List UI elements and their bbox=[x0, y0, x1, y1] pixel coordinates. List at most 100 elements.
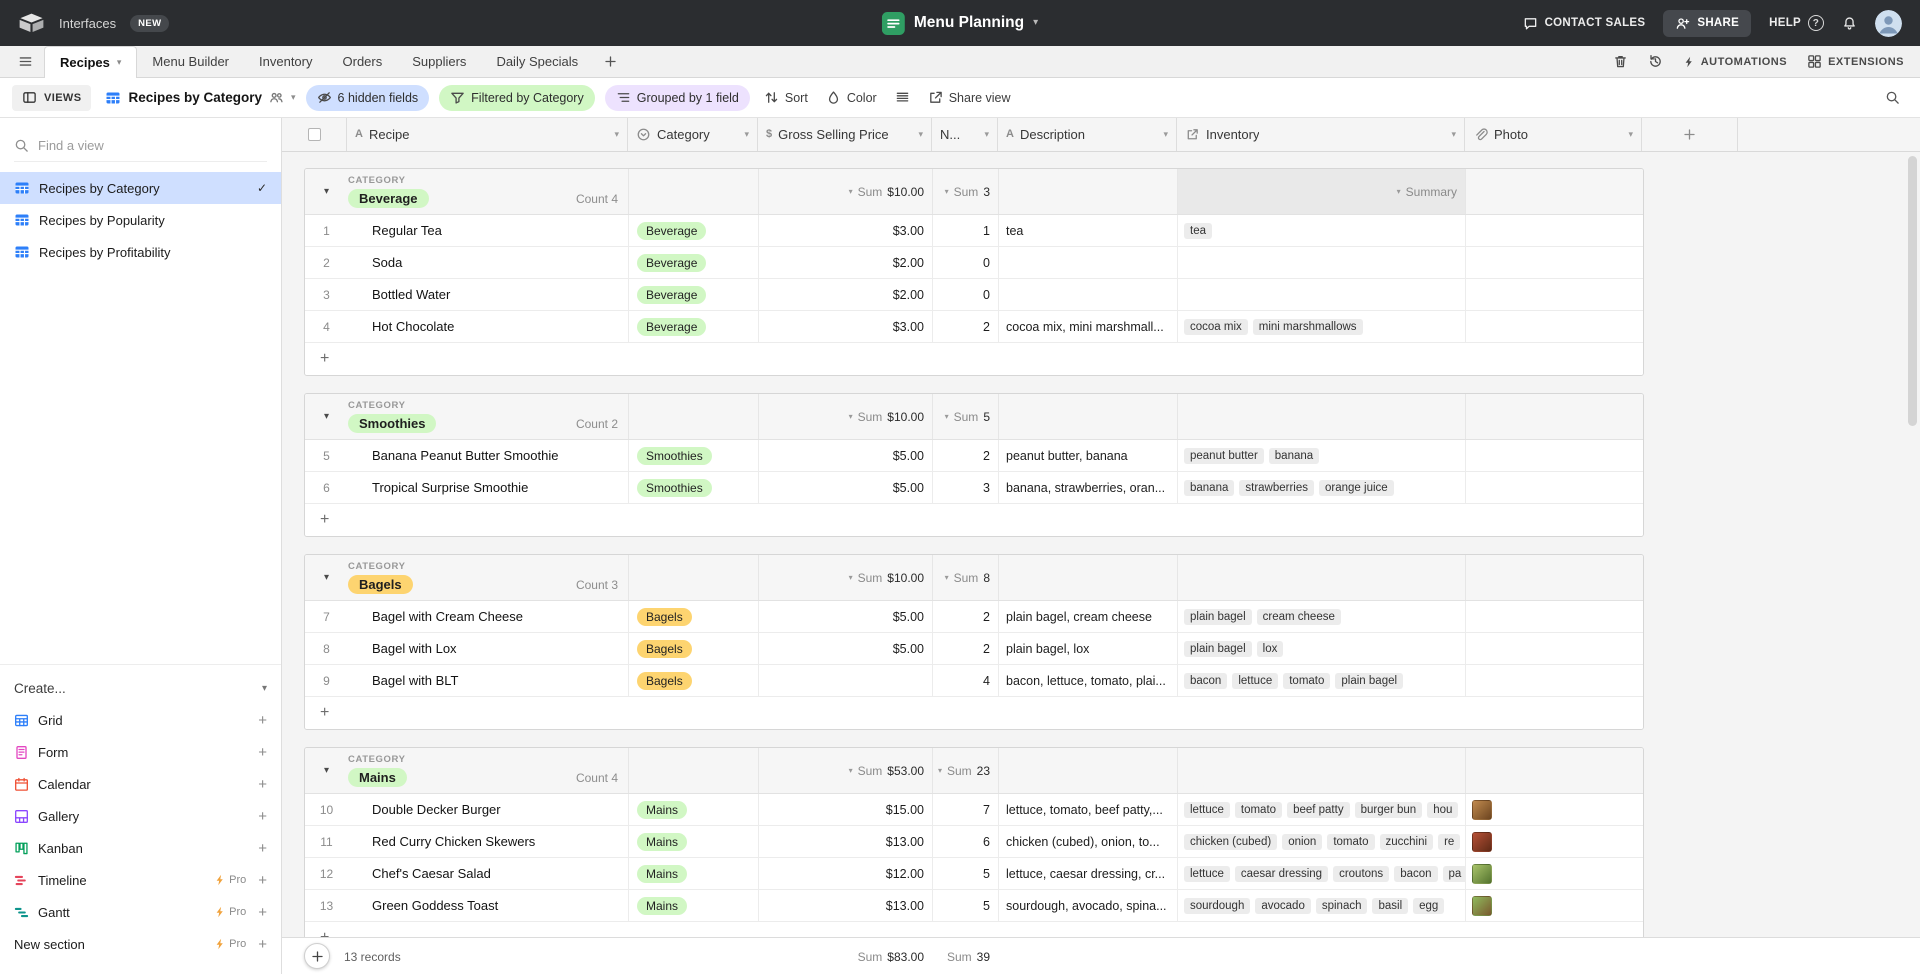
sidebar-view-recipes-by-popularity[interactable]: Recipes by Popularity bbox=[0, 204, 281, 236]
cell-inventory[interactable]: plain bagellox bbox=[1178, 633, 1466, 664]
cell-category[interactable]: Beverage bbox=[629, 215, 759, 246]
cell-number[interactable]: 2 bbox=[933, 311, 999, 342]
cell-price[interactable]: $3.00 bbox=[759, 215, 933, 246]
create-section-toggle[interactable]: Create... ▾ bbox=[0, 673, 281, 704]
cell-description[interactable]: lettuce, caesar dressing, cr... bbox=[999, 858, 1178, 889]
cell-photo[interactable] bbox=[1466, 794, 1643, 825]
create-kanban[interactable]: Kanban+ bbox=[0, 832, 281, 864]
bell-icon[interactable] bbox=[1842, 16, 1857, 31]
create-gallery[interactable]: Gallery+ bbox=[0, 800, 281, 832]
column-header-recipe[interactable]: ARecipe▾ bbox=[347, 118, 628, 151]
group-collapse-button[interactable]: ▾ bbox=[305, 169, 348, 214]
add-table-button[interactable] bbox=[593, 46, 627, 77]
cell-photo[interactable] bbox=[1466, 440, 1643, 471]
cell-recipe[interactable]: Bagel with Cream Cheese bbox=[348, 601, 629, 632]
cell-description[interactable]: plain bagel, cream cheese bbox=[999, 601, 1178, 632]
cell-recipe[interactable]: Bagel with BLT bbox=[348, 665, 629, 696]
create-gantt[interactable]: GanttPro+ bbox=[0, 896, 281, 928]
cell-description[interactable] bbox=[999, 279, 1178, 310]
cell-category[interactable]: Beverage bbox=[629, 311, 759, 342]
cell-photo[interactable] bbox=[1466, 279, 1643, 310]
group-button[interactable]: Grouped by 1 field bbox=[605, 85, 750, 111]
cell-inventory[interactable]: plain bagelcream cheese bbox=[1178, 601, 1466, 632]
avatar[interactable] bbox=[1875, 10, 1902, 37]
group-collapse-button[interactable]: ▾ bbox=[305, 748, 348, 793]
cell-recipe[interactable]: Regular Tea bbox=[348, 215, 629, 246]
interfaces-button[interactable]: Interfaces bbox=[59, 16, 116, 31]
group-number-summary[interactable]: ▾Sum8 bbox=[933, 555, 999, 600]
menu-icon[interactable] bbox=[6, 46, 44, 77]
cell-price[interactable] bbox=[759, 665, 933, 696]
group-number-summary[interactable]: ▾Sum3 bbox=[933, 169, 999, 214]
cell-description[interactable]: peanut butter, banana bbox=[999, 440, 1178, 471]
cell-recipe[interactable]: Tropical Surprise Smoothie bbox=[348, 472, 629, 503]
cell-inventory[interactable]: tea bbox=[1178, 215, 1466, 246]
cell-inventory[interactable]: peanut butterbanana bbox=[1178, 440, 1466, 471]
add-record-button[interactable] bbox=[304, 943, 330, 969]
group-price-summary[interactable]: ▾Sum$10.00 bbox=[759, 169, 933, 214]
plus-icon[interactable]: + bbox=[258, 745, 267, 760]
cell-description[interactable]: chicken (cubed), onion, to... bbox=[999, 826, 1178, 857]
cell-category[interactable]: Bagels bbox=[629, 633, 759, 664]
cell-recipe[interactable]: Red Curry Chicken Skewers bbox=[348, 826, 629, 857]
cell-description[interactable]: cocoa mix, mini marshmall... bbox=[999, 311, 1178, 342]
cell-number[interactable]: 0 bbox=[933, 247, 999, 278]
search-icon[interactable] bbox=[1885, 90, 1908, 105]
current-view-button[interactable]: Recipes by Category ▾ bbox=[105, 90, 295, 106]
cell-description[interactable]: plain bagel, lox bbox=[999, 633, 1178, 664]
filter-button[interactable]: Filtered by Category bbox=[439, 85, 595, 111]
cell-photo[interactable] bbox=[1466, 858, 1643, 889]
create-new-section[interactable]: New sectionPro+ bbox=[0, 928, 281, 960]
column-header-inventory[interactable]: Inventory▾ bbox=[1177, 118, 1465, 151]
cell-description[interactable]: sourdough, avocado, spina... bbox=[999, 890, 1178, 921]
cell-number[interactable]: 5 bbox=[933, 890, 999, 921]
cell-recipe[interactable]: Bottled Water bbox=[348, 279, 629, 310]
cell-photo[interactable] bbox=[1466, 665, 1643, 696]
group-number-summary[interactable]: ▾Sum5 bbox=[933, 394, 999, 439]
plus-icon[interactable]: + bbox=[258, 777, 267, 792]
column-header-category[interactable]: Category▾ bbox=[628, 118, 758, 151]
cell-recipe[interactable]: Double Decker Burger bbox=[348, 794, 629, 825]
cell-description[interactable]: lettuce, tomato, beef patty,... bbox=[999, 794, 1178, 825]
cell-number[interactable]: 4 bbox=[933, 665, 999, 696]
cell-category[interactable]: Mains bbox=[629, 890, 759, 921]
cell-photo[interactable] bbox=[1466, 633, 1643, 664]
select-all-checkbox[interactable] bbox=[308, 128, 321, 141]
cell-description[interactable]: bacon, lettuce, tomato, plai... bbox=[999, 665, 1178, 696]
cell-number[interactable]: 6 bbox=[933, 826, 999, 857]
cell-photo[interactable] bbox=[1466, 247, 1643, 278]
group-inventory-summary[interactable]: ▾Summary bbox=[1178, 169, 1466, 214]
vertical-scrollbar[interactable] bbox=[1908, 156, 1917, 932]
cell-inventory[interactable] bbox=[1178, 247, 1466, 278]
add-row-button[interactable]: + bbox=[305, 504, 1643, 536]
cell-price[interactable]: $5.00 bbox=[759, 472, 933, 503]
plus-icon[interactable]: + bbox=[258, 937, 267, 952]
tab-menu-builder[interactable]: Menu Builder bbox=[137, 46, 244, 77]
history-icon[interactable] bbox=[1648, 54, 1663, 69]
add-field-button[interactable] bbox=[1642, 118, 1738, 151]
column-header-description[interactable]: ADescription▾ bbox=[998, 118, 1177, 151]
plus-icon[interactable]: + bbox=[258, 713, 267, 728]
cell-price[interactable]: $5.00 bbox=[759, 440, 933, 471]
sidebar-view-recipes-by-category[interactable]: Recipes by Category✓ bbox=[0, 172, 281, 204]
cell-number[interactable]: 3 bbox=[933, 472, 999, 503]
cell-number[interactable]: 2 bbox=[933, 440, 999, 471]
column-header-gross-selling-price[interactable]: $Gross Selling Price▾ bbox=[758, 118, 932, 151]
cell-price[interactable]: $2.00 bbox=[759, 247, 933, 278]
create-timeline[interactable]: TimelinePro+ bbox=[0, 864, 281, 896]
create-form[interactable]: Form+ bbox=[0, 736, 281, 768]
tab-suppliers[interactable]: Suppliers bbox=[397, 46, 481, 77]
extensions-button[interactable]: EXTENSIONS bbox=[1807, 54, 1904, 69]
cell-category[interactable]: Beverage bbox=[629, 247, 759, 278]
cell-category[interactable]: Smoothies bbox=[629, 472, 759, 503]
cell-number[interactable]: 5 bbox=[933, 858, 999, 889]
group-inventory-summary[interactable] bbox=[1178, 748, 1466, 793]
group-price-summary[interactable]: ▾Sum$53.00 bbox=[759, 748, 933, 793]
sidebar-view-recipes-by-profitability[interactable]: Recipes by Profitability bbox=[0, 236, 281, 268]
add-row-button[interactable]: + bbox=[305, 697, 1643, 729]
cell-photo[interactable] bbox=[1466, 601, 1643, 632]
create-calendar[interactable]: Calendar+ bbox=[0, 768, 281, 800]
group-number-summary[interactable]: ▾Sum23 bbox=[933, 748, 999, 793]
cell-category[interactable]: Mains bbox=[629, 858, 759, 889]
plus-icon[interactable]: + bbox=[258, 841, 267, 856]
